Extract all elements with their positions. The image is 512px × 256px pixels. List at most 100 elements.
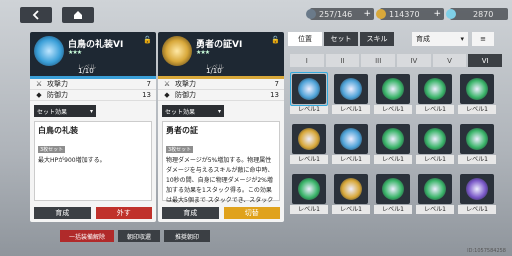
effect-dropdown[interactable]: セット効果 ▾ (34, 105, 96, 117)
item-level: レベル1 (458, 205, 496, 214)
set-effect-box: 白鳥の礼装 3枚セット 最大HPが900増加する。 (34, 121, 152, 201)
item-icon (418, 74, 452, 104)
emblem-icon (340, 128, 362, 150)
item-slot[interactable]: レベル1 (458, 122, 496, 168)
stat-label: 攻撃力 (47, 80, 68, 88)
emblem-icon (424, 78, 446, 100)
collect-button[interactable]: 朝印収還 (118, 230, 160, 242)
item-slot[interactable]: レベル1 (374, 122, 412, 168)
item-slot[interactable]: レベル1 (332, 172, 370, 218)
item-slot[interactable]: レベル1 (290, 172, 328, 218)
item-level: レベル1 (374, 105, 412, 114)
item-level: レベル1 (290, 205, 328, 214)
set-tag: 3枚セット (166, 146, 194, 153)
user-id: ID:1057584258 (467, 248, 506, 254)
item-slot[interactable]: レベル1 (416, 122, 454, 168)
item-icon (292, 124, 326, 154)
item-level: レベル1 (416, 155, 454, 164)
coin-plus-button[interactable]: + (433, 9, 441, 19)
card-header: 白鳥の礼装VI ★★★ レベル 1/10 🔓 (30, 32, 156, 76)
item-slot[interactable]: レベル1 (416, 72, 454, 118)
item-icon (418, 174, 452, 204)
tab-rank-5[interactable]: V (432, 54, 467, 67)
set-description: 物理ダメージが5%増加する。物理属性ダメージを与えるスキルが敵に命中時、10秒の… (166, 157, 274, 204)
switch-button[interactable]: 切替 (223, 207, 280, 219)
sort-icon: ≡ (480, 35, 486, 43)
item-slot[interactable]: レベル1 (416, 172, 454, 218)
tab-rank-3[interactable]: III (361, 54, 396, 67)
item-slot[interactable]: レベル1 (374, 172, 412, 218)
card-buttons: 育成 外す (34, 207, 152, 219)
item-icon (460, 74, 494, 104)
tab-skill[interactable]: スキル (360, 32, 394, 46)
inventory-panel: 位置 セット スキル 育成 ▾ ≡ I II III IV V VI レベル1 レベル1 レベ… (284, 28, 508, 256)
chevron-down-icon: ▾ (460, 35, 464, 43)
back-button[interactable] (20, 7, 52, 23)
card-buttons: 育成 切替 (162, 207, 280, 219)
attack-icon: ⚔ (163, 80, 171, 88)
item-level: レベル1 (290, 155, 328, 164)
item-icon (334, 124, 368, 154)
chevron-down-icon: ▾ (89, 107, 93, 115)
item-slot[interactable]: レベル1 (458, 72, 496, 118)
defense-icon: ◆ (164, 91, 170, 99)
recommend-button[interactable]: 推奨朝印 (164, 230, 210, 242)
item-slot[interactable]: レベル1 (332, 122, 370, 168)
item-icon (334, 174, 368, 204)
item-slot[interactable]: レベル1 (332, 72, 370, 118)
emblem-icon (466, 178, 488, 200)
effect-dropdown-label: セット効果 (37, 108, 68, 116)
hero-emblem-icon (162, 36, 192, 66)
tab-rank-4[interactable]: IV (397, 54, 431, 67)
card-stars: ★★★ (68, 49, 82, 56)
item-level: レベル1 (458, 105, 496, 114)
attack-icon: ⚔ (35, 80, 43, 88)
lock-icon[interactable]: 🔓 (143, 36, 152, 44)
tab-position[interactable]: 位置 (288, 32, 322, 46)
set-effect-box: 勇者の証 3枚セット 物理ダメージが5%増加する。物理属性ダメージを与えるスキル… (162, 121, 280, 204)
set-tag: 3枚セット (38, 146, 66, 153)
card-stars: ★★★ (196, 49, 210, 56)
tab-rank-1[interactable]: I (290, 54, 324, 67)
item-slot[interactable]: レベル1 (290, 72, 328, 118)
emblem-icon (298, 128, 320, 150)
item-icon (418, 124, 452, 154)
selection-frame (290, 72, 328, 106)
upgrade-button[interactable]: 育成 (162, 207, 219, 219)
card-header: 勇者の証VI ★★★ レベル 1/10 🔓 (158, 32, 284, 76)
unequip-button[interactable]: 外す (95, 207, 152, 219)
stat-row: ◆ 防御力 13 (30, 90, 156, 101)
lock-icon[interactable]: 🔓 (271, 36, 280, 44)
item-icon (460, 124, 494, 154)
stat-label: 攻撃力 (175, 80, 196, 88)
gem-counter: 2870 (446, 8, 508, 20)
set-description: 最大HPが900増加する。 (38, 157, 106, 164)
item-icon (292, 174, 326, 204)
item-level: レベル1 (332, 205, 370, 214)
home-icon (74, 11, 82, 19)
tab-rank-2[interactable]: II (325, 54, 360, 67)
tab-rank-6[interactable]: VI (468, 54, 503, 67)
chevron-down-icon: ▾ (217, 107, 221, 115)
item-slot[interactable]: レベル1 (458, 172, 496, 218)
emblem-icon (382, 178, 404, 200)
item-slot[interactable]: レベル1 (374, 72, 412, 118)
equipped-card-1: 白鳥の礼装VI ★★★ レベル 1/10 🔓 ⚔ 攻撃力 7 ◆ 防御力 13 … (30, 32, 156, 222)
item-slot[interactable]: レベル1 (290, 122, 328, 168)
emblem-icon (340, 178, 362, 200)
upgrade-button[interactable]: 育成 (34, 207, 91, 219)
stat-label: 防御力 (47, 91, 68, 99)
stamina-icon (306, 9, 316, 19)
unequip-all-button[interactable]: 一括装備解除 (60, 230, 114, 242)
sort-label: 育成 (416, 35, 430, 43)
effect-dropdown[interactable]: セット効果 ▾ (162, 105, 224, 117)
card-level-value: 1/10 (206, 67, 222, 75)
sort-order-button[interactable]: ≡ (472, 32, 494, 46)
sort-dropdown[interactable]: 育成 ▾ (412, 32, 468, 46)
stamina-plus-button[interactable]: + (363, 9, 371, 19)
item-icon (376, 174, 410, 204)
tab-set[interactable]: セット (324, 32, 358, 46)
item-level: レベル1 (332, 105, 370, 114)
item-icon (334, 74, 368, 104)
home-button[interactable] (62, 7, 94, 23)
